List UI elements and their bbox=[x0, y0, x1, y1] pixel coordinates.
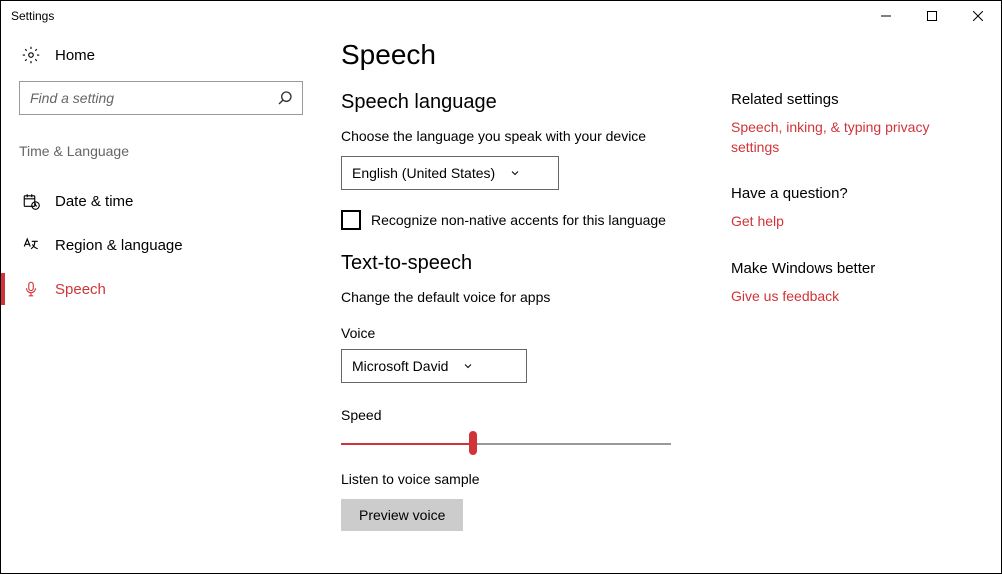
gear-icon bbox=[21, 45, 41, 65]
chevron-down-icon bbox=[509, 167, 521, 179]
settings-window: Settings Home bbox=[0, 0, 1002, 574]
speech-language-heading: Speech language bbox=[341, 91, 731, 114]
better-header: Make Windows better bbox=[731, 260, 971, 277]
search-container bbox=[19, 81, 303, 115]
main-pane: Speech Speech language Choose the langua… bbox=[321, 31, 1001, 573]
sidebar: Home Time & Language Date & time Reg bbox=[1, 31, 321, 573]
question-header: Have a question? bbox=[731, 185, 971, 202]
tts-heading: Text-to-speech bbox=[341, 252, 731, 275]
feedback-link[interactable]: Give us feedback bbox=[731, 287, 971, 307]
accent-checkbox-row[interactable]: Recognize non-native accents for this la… bbox=[341, 210, 731, 230]
sample-label: Listen to voice sample bbox=[341, 471, 731, 487]
speed-label: Speed bbox=[341, 407, 731, 423]
preview-voice-button[interactable]: Preview voice bbox=[341, 499, 463, 531]
language-icon bbox=[21, 235, 41, 255]
maximize-button[interactable] bbox=[909, 1, 955, 31]
search-icon bbox=[277, 90, 293, 106]
sidebar-item-label: Speech bbox=[55, 281, 106, 298]
home-label: Home bbox=[55, 47, 95, 64]
chevron-down-icon bbox=[462, 360, 474, 372]
window-title: Settings bbox=[11, 9, 54, 23]
tts-desc: Change the default voice for apps bbox=[341, 289, 731, 305]
calendar-clock-icon bbox=[21, 191, 41, 211]
slider-fill bbox=[341, 443, 473, 445]
slider-thumb bbox=[469, 431, 477, 455]
sidebar-item-speech[interactable]: Speech bbox=[1, 267, 321, 311]
page-title: Speech bbox=[341, 39, 731, 71]
language-select-value: English (United States) bbox=[352, 165, 495, 181]
home-nav[interactable]: Home bbox=[1, 41, 321, 81]
main-column: Speech Speech language Choose the langua… bbox=[341, 39, 731, 573]
minimize-icon bbox=[881, 11, 891, 21]
checkbox-icon bbox=[341, 210, 361, 230]
sidebar-item-label: Date & time bbox=[55, 193, 133, 210]
sidebar-item-date-time[interactable]: Date & time bbox=[1, 179, 321, 223]
speed-slider[interactable] bbox=[341, 431, 671, 455]
accent-checkbox-label: Recognize non-native accents for this la… bbox=[371, 212, 666, 228]
close-icon bbox=[973, 11, 983, 21]
close-button[interactable] bbox=[955, 1, 1001, 31]
question-group: Have a question? Get help bbox=[731, 185, 971, 232]
speech-language-desc: Choose the language you speak with your … bbox=[341, 128, 731, 144]
related-settings-group: Related settings Speech, inking, & typin… bbox=[731, 91, 971, 157]
titlebar: Settings bbox=[1, 1, 1001, 31]
sidebar-item-label: Region & language bbox=[55, 237, 183, 254]
content-area: Home Time & Language Date & time Reg bbox=[1, 31, 1001, 573]
get-help-link[interactable]: Get help bbox=[731, 212, 971, 232]
microphone-icon bbox=[21, 279, 41, 299]
minimize-button[interactable] bbox=[863, 1, 909, 31]
sidebar-item-region-language[interactable]: Region & language bbox=[1, 223, 321, 267]
maximize-icon bbox=[927, 11, 937, 21]
voice-select[interactable]: Microsoft David bbox=[341, 349, 527, 383]
aside: Related settings Speech, inking, & typin… bbox=[731, 39, 971, 573]
related-settings-header: Related settings bbox=[731, 91, 971, 108]
voice-select-value: Microsoft David bbox=[352, 358, 448, 374]
search-input[interactable] bbox=[19, 81, 303, 115]
language-select[interactable]: English (United States) bbox=[341, 156, 559, 190]
window-controls bbox=[863, 1, 1001, 31]
feedback-group: Make Windows better Give us feedback bbox=[731, 260, 971, 307]
voice-label: Voice bbox=[341, 325, 731, 341]
category-header: Time & Language bbox=[1, 143, 321, 179]
privacy-settings-link[interactable]: Speech, inking, & typing privacy setting… bbox=[731, 118, 971, 157]
